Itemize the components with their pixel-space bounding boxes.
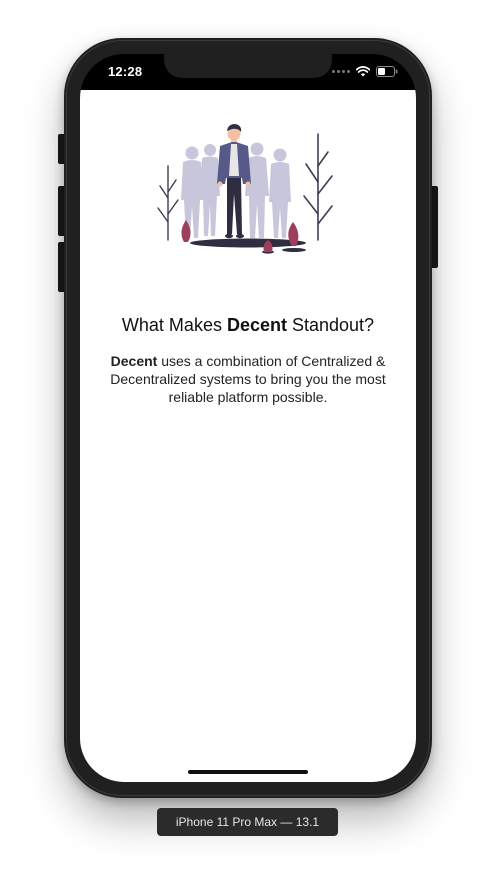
phone-screen: 12:28 What Makes Decent Standout? Decent… bbox=[80, 54, 416, 782]
status-time: 12:28 bbox=[108, 64, 143, 79]
home-indicator[interactable] bbox=[188, 770, 308, 774]
status-bar: 12:28 bbox=[80, 54, 416, 90]
onboarding-page: What Makes Decent Standout? Decent uses … bbox=[80, 90, 416, 782]
wifi-icon bbox=[356, 66, 370, 77]
simulator-device-label: iPhone 11 Pro Max — 13.1 bbox=[157, 808, 338, 836]
battery-icon bbox=[376, 66, 398, 77]
headline-brand: Decent bbox=[226, 315, 287, 335]
onboarding-description: Decent uses a combination of Centralized… bbox=[94, 352, 402, 406]
description-brand: Decent bbox=[110, 353, 158, 369]
signal-dots-icon bbox=[332, 70, 350, 73]
headline-prefix: What Makes bbox=[121, 315, 227, 335]
simulator-stage: 12:28 What Makes Decent Standout? Decent… bbox=[0, 0, 496, 872]
status-icons bbox=[332, 66, 398, 77]
headline-suffix: Standout? bbox=[286, 315, 375, 335]
notch bbox=[164, 54, 332, 78]
onboarding-headline: What Makes Decent Standout? bbox=[80, 315, 416, 336]
group-of-people-illustration bbox=[157, 124, 333, 254]
